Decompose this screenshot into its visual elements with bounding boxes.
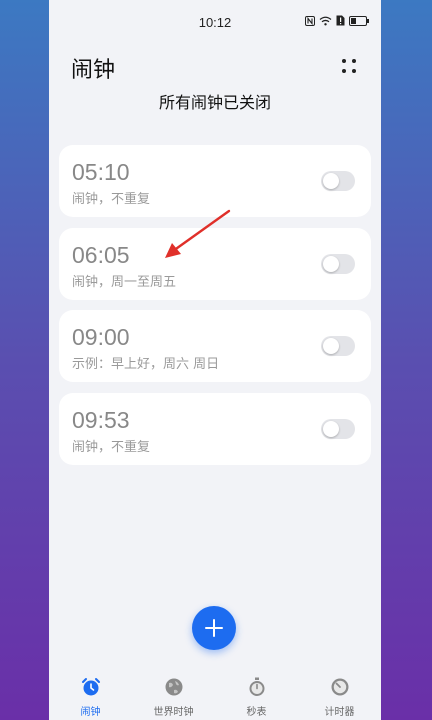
alarm-toggle[interactable] <box>321 254 355 274</box>
tab-label: 秒表 <box>246 707 267 718</box>
status-icons <box>305 15 369 26</box>
alarm-card[interactable]: 09:53 闹钟，不重复 <box>59 393 371 465</box>
alarm-time: 05:10 <box>72 159 130 185</box>
phone-screen: 10:12 闹钟 所有闹钟已关闭 05:10 闹钟，不重复 06:05 闹钟，周… <box>49 0 381 720</box>
annotation-arrow-icon <box>165 209 231 258</box>
nfc-icon <box>305 15 315 26</box>
alarm-status-subtitle: 所有闹钟已关闭 <box>158 93 271 112</box>
alarm-description: 示例：早上好，周六 周日 <box>72 357 220 372</box>
alarm-toggle[interactable] <box>321 171 355 191</box>
timer-icon <box>331 678 348 696</box>
alarm-time: 09:00 <box>72 324 130 350</box>
page-title: 闹钟 <box>71 58 116 83</box>
status-bar: 10:12 <box>49 0 381 46</box>
add-alarm-button[interactable] <box>192 606 236 650</box>
alarm-description: 闹钟，不重复 <box>72 440 151 455</box>
wifi-icon <box>319 16 332 25</box>
tab-alarm[interactable]: 闹钟 <box>49 672 132 718</box>
stopwatch-icon <box>249 677 264 696</box>
tab-timer[interactable]: 计时器 <box>298 672 381 718</box>
alarm-time: 09:53 <box>72 407 130 433</box>
tab-stopwatch[interactable]: 秒表 <box>215 672 298 718</box>
alarm-clock-icon <box>81 678 100 696</box>
tab-label: 闹钟 <box>80 707 101 718</box>
alarm-toggle[interactable] <box>321 419 355 439</box>
more-dots-icon[interactable] <box>339 56 359 76</box>
tab-label: 世界时钟 <box>153 707 194 718</box>
alarm-time: 06:05 <box>72 242 130 268</box>
sim-alert-icon <box>336 15 345 26</box>
battery-icon <box>349 15 369 26</box>
alarm-toggle[interactable] <box>321 336 355 356</box>
tab-label: 计时器 <box>324 707 355 718</box>
tab-world-clock[interactable]: 世界时钟 <box>132 672 215 718</box>
alarm-card[interactable]: 09:00 示例：早上好，周六 周日 <box>59 310 371 382</box>
globe-icon <box>165 678 182 696</box>
alarm-description: 闹钟，周一至周五 <box>72 275 177 290</box>
bottom-tab-bar: 闹钟 世界时钟 秒表 计时器 <box>49 672 381 720</box>
alarm-description: 闹钟，不重复 <box>72 192 151 207</box>
